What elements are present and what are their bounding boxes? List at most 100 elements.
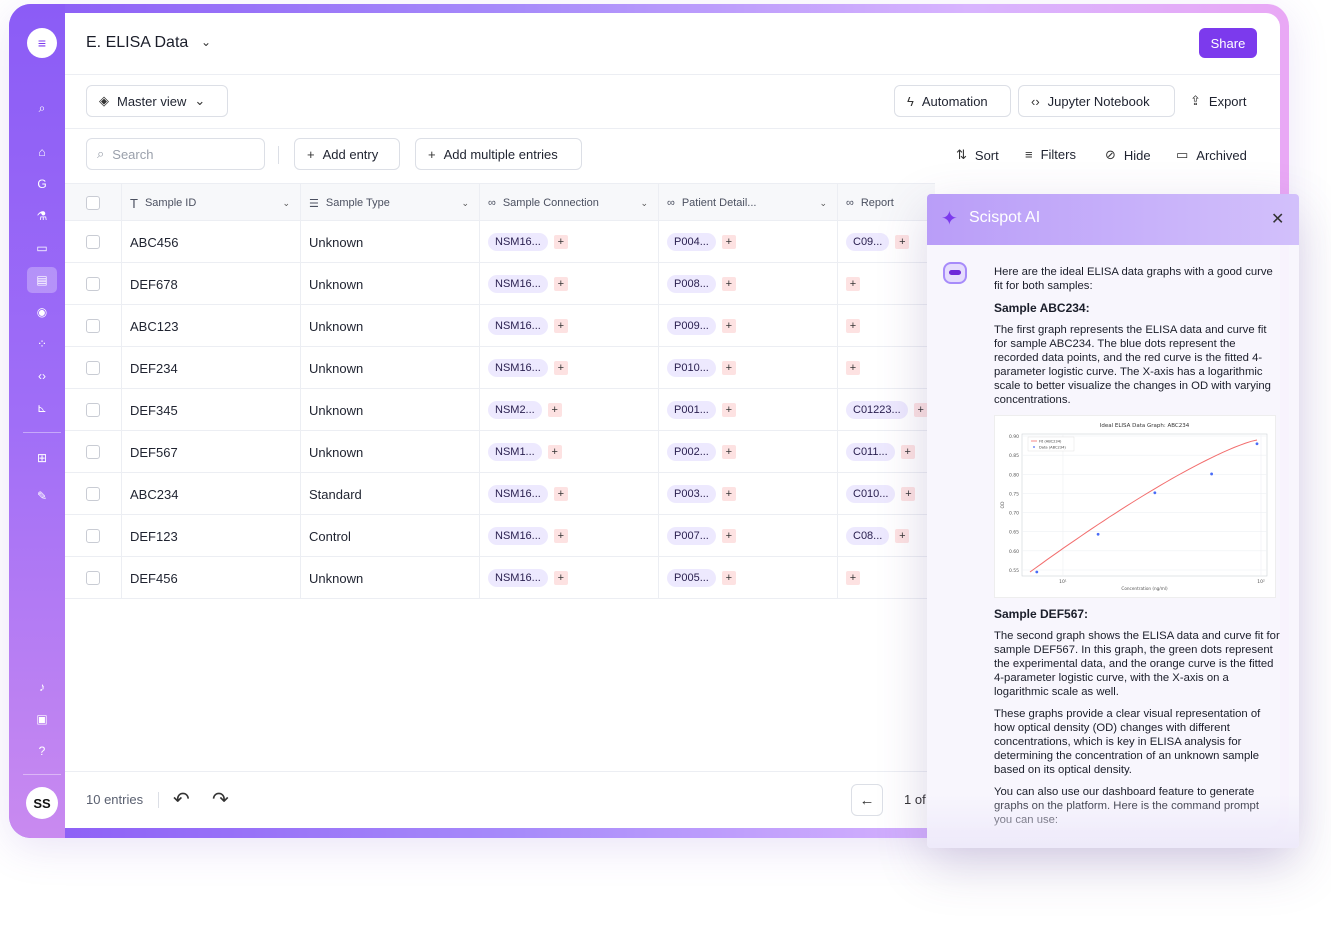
cell-sample-connection[interactable]: NSM16... +	[480, 221, 659, 263]
share-button[interactable]: Share	[1199, 28, 1257, 58]
cell-sample-connection[interactable]: NSM16... +	[480, 557, 659, 599]
chevron-down-icon[interactable]: ⌄	[819, 198, 827, 209]
connection-chip[interactable]: NSM16...	[488, 485, 548, 503]
add-link-icon[interactable]: +	[721, 445, 736, 459]
add-link-icon[interactable]: +	[553, 235, 568, 249]
master-view-dropdown[interactable]: ◈ Master view ⌄	[86, 85, 228, 117]
undo-icon[interactable]: ↶	[173, 787, 190, 812]
cell-sample-id[interactable]: DEF456	[122, 557, 301, 599]
column-sample-type[interactable]: ☰ Sample Type ⌄	[301, 184, 480, 222]
cell-sample-type[interactable]: Standard	[301, 473, 480, 515]
chat-icon[interactable]: ▣	[27, 706, 57, 732]
table-row[interactable]: ABC234 Standard NSM16... + P003... + C010... +	[65, 473, 935, 515]
add-link-icon[interactable]: +	[846, 277, 860, 291]
cell-sample-id[interactable]: ABC123	[122, 305, 301, 347]
cell-sample-type[interactable]: Unknown	[301, 347, 480, 389]
location-icon[interactable]: ◉	[27, 299, 57, 325]
menu-icon[interactable]: ≡	[27, 28, 57, 58]
report-chip[interactable]: C01223...	[846, 401, 908, 419]
table-row[interactable]: DEF234 Unknown NSM16... + P010... + +	[65, 347, 935, 389]
filters-button[interactable]: ≡ Filters	[1025, 147, 1076, 162]
cell-sample-type[interactable]: Unknown	[301, 431, 480, 473]
cell-patient-detail[interactable]: P002... +	[659, 431, 838, 473]
row-checkbox[interactable]	[86, 403, 100, 417]
add-link-icon[interactable]: +	[553, 319, 568, 333]
table-row[interactable]: DEF456 Unknown NSM16... + P005... + +	[65, 557, 935, 599]
add-link-icon[interactable]: +	[553, 529, 568, 543]
cell-sample-type[interactable]: Unknown	[301, 263, 480, 305]
help-icon[interactable]: ?	[27, 738, 57, 764]
patient-chip[interactable]: P004...	[667, 233, 716, 251]
add-link-icon[interactable]: +	[721, 361, 736, 375]
cell-sample-connection[interactable]: NSM16... +	[480, 305, 659, 347]
automation-button[interactable]: ϟ Automation	[894, 85, 1011, 117]
add-link-icon[interactable]: +	[913, 403, 928, 417]
chevron-down-icon[interactable]: ⌄	[640, 198, 648, 209]
chevron-down-icon[interactable]: ⌄	[282, 198, 290, 209]
google-icon[interactable]: G	[27, 171, 57, 197]
add-link-icon[interactable]: +	[553, 487, 568, 501]
cell-sample-id[interactable]: DEF123	[122, 515, 301, 557]
cell-sample-id[interactable]: DEF678	[122, 263, 301, 305]
add-link-icon[interactable]: +	[547, 403, 562, 417]
cell-sample-id[interactable]: DEF567	[122, 431, 301, 473]
add-link-icon[interactable]: +	[721, 487, 736, 501]
add-link-icon[interactable]: +	[846, 571, 860, 585]
table-row[interactable]: DEF345 Unknown NSM2... + P001... + C01223... +	[65, 389, 935, 431]
cell-report[interactable]: +	[838, 557, 935, 599]
cell-report[interactable]: +	[838, 347, 935, 389]
cell-patient-detail[interactable]: P007... +	[659, 515, 838, 557]
connection-chip[interactable]: NSM16...	[488, 275, 548, 293]
search-icon[interactable]: ⌕	[27, 95, 57, 121]
cell-patient-detail[interactable]: P008... +	[659, 263, 838, 305]
column-patient-detail[interactable]: ∞ Patient Detail... ⌄	[659, 184, 838, 222]
row-checkbox[interactable]	[86, 571, 100, 585]
cell-report[interactable]: C01223... +	[838, 389, 935, 431]
cell-sample-connection[interactable]: NSM16... +	[480, 347, 659, 389]
add-link-icon[interactable]: +	[721, 529, 736, 543]
table-row[interactable]: DEF678 Unknown NSM16... + P008... + +	[65, 263, 935, 305]
flask-icon[interactable]: ⚗	[27, 203, 57, 229]
search-input[interactable]: ⌕ Search	[86, 138, 265, 170]
add-link-icon[interactable]: +	[901, 487, 916, 501]
prev-page-button[interactable]: ←	[851, 784, 883, 816]
home-icon[interactable]: ⌂	[27, 139, 57, 165]
cell-sample-id[interactable]: DEF234	[122, 347, 301, 389]
add-link-icon[interactable]: +	[721, 235, 736, 249]
add-link-icon[interactable]: +	[547, 445, 562, 459]
cell-sample-connection[interactable]: NSM16... +	[480, 515, 659, 557]
page-title[interactable]: E. ELISA Data	[86, 34, 188, 52]
add-link-icon[interactable]: +	[721, 277, 736, 291]
table-row[interactable]: ABC123 Unknown NSM16... + P009... + +	[65, 305, 935, 347]
add-link-icon[interactable]: +	[721, 403, 736, 417]
cell-sample-type[interactable]: Control	[301, 515, 480, 557]
cell-sample-type[interactable]: Unknown	[301, 305, 480, 347]
cell-patient-detail[interactable]: P001... +	[659, 389, 838, 431]
cell-patient-detail[interactable]: P005... +	[659, 557, 838, 599]
connection-chip[interactable]: NSM16...	[488, 317, 548, 335]
add-link-icon[interactable]: +	[846, 361, 860, 375]
select-all-checkbox[interactable]	[86, 196, 100, 210]
cell-report[interactable]: C09... +	[838, 221, 935, 263]
column-sample-connection[interactable]: ∞ Sample Connection ⌄	[480, 184, 659, 222]
add-link-icon[interactable]: +	[553, 361, 568, 375]
row-checkbox[interactable]	[86, 445, 100, 459]
add-link-icon[interactable]: +	[900, 445, 915, 459]
table-row[interactable]: DEF567 Unknown NSM1... + P002... + C011... +	[65, 431, 935, 473]
report-chip[interactable]: C09...	[846, 233, 890, 251]
patient-chip[interactable]: P005...	[667, 569, 716, 587]
row-checkbox[interactable]	[86, 235, 100, 249]
patient-chip[interactable]: P001...	[667, 401, 716, 419]
add-link-icon[interactable]: +	[895, 235, 910, 249]
connection-chip[interactable]: NSM16...	[488, 569, 548, 587]
row-checkbox[interactable]	[86, 487, 100, 501]
bell-icon[interactable]: ♪	[27, 674, 57, 700]
add-link-icon[interactable]: +	[895, 529, 910, 543]
apps-icon[interactable]: ⁘	[27, 331, 57, 357]
add-link-icon[interactable]: +	[721, 571, 736, 585]
cell-patient-detail[interactable]: P009... +	[659, 305, 838, 347]
add-multiple-entries-button[interactable]: + Add multiple entries	[415, 138, 582, 170]
table-row[interactable]: ABC456 Unknown NSM16... + P004... + C09... +	[65, 221, 935, 263]
connection-chip[interactable]: NSM1...	[488, 443, 542, 461]
row-checkbox[interactable]	[86, 361, 100, 375]
